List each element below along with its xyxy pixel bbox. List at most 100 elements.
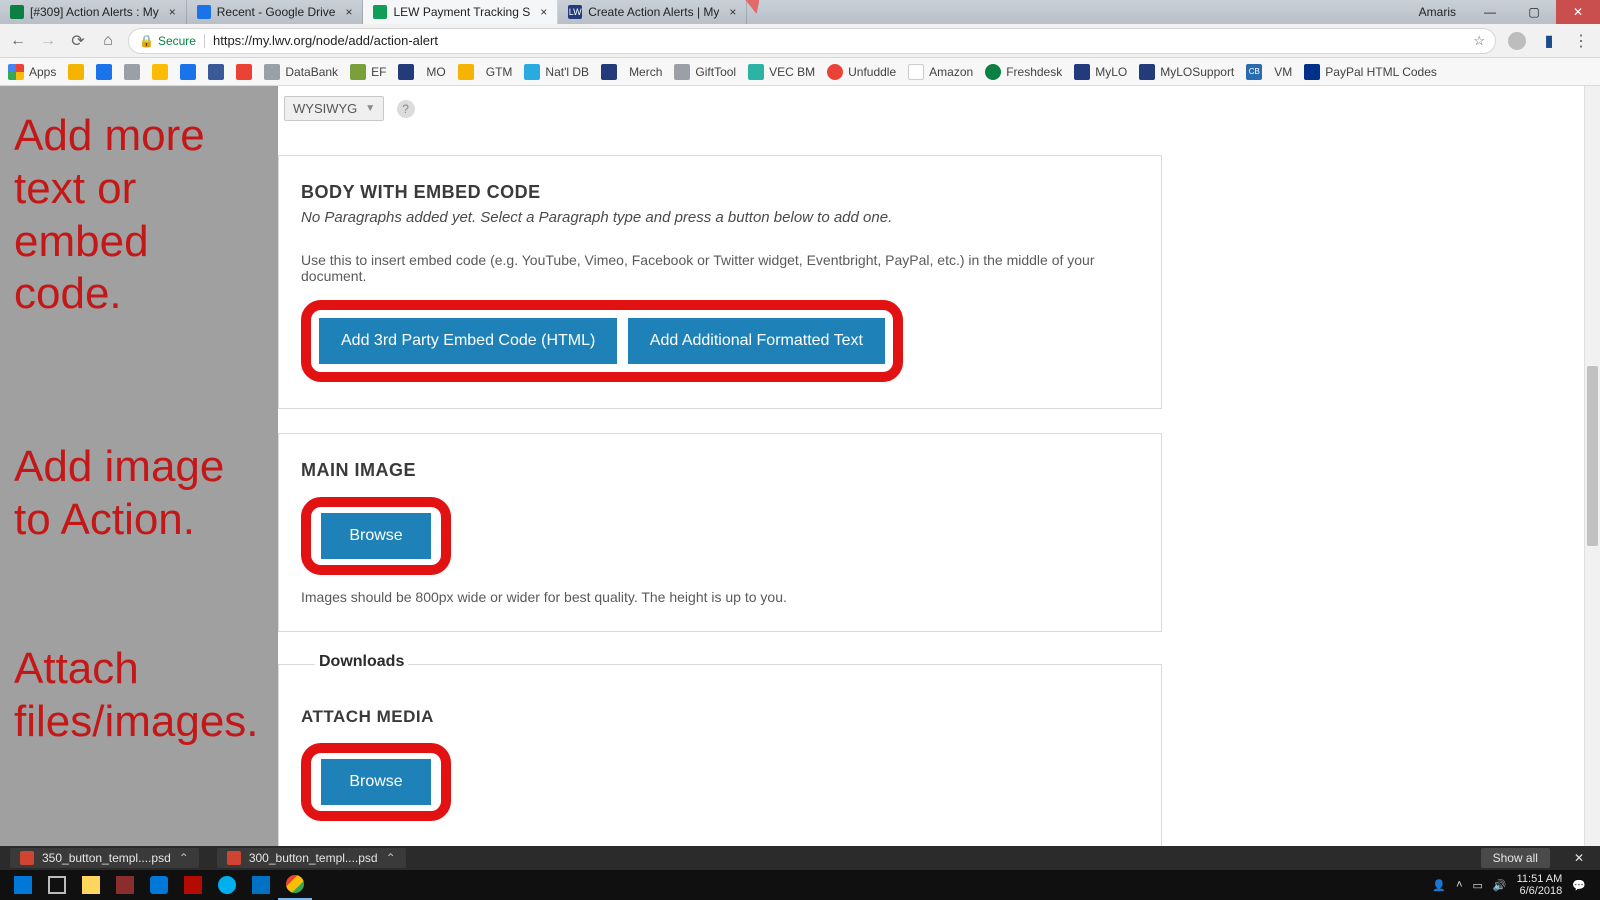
- taskbar-explorer[interactable]: [74, 870, 108, 900]
- bookmark-databank[interactable]: DataBank: [264, 64, 338, 80]
- bookmark-gtm[interactable]: GTM: [486, 65, 513, 79]
- bookmark-item[interactable]: [96, 64, 112, 80]
- bookmark-ef[interactable]: EF: [350, 64, 386, 80]
- attach-media-browse-button[interactable]: Browse: [321, 759, 431, 805]
- start-button[interactable]: [6, 870, 40, 900]
- bookmark-icon: [1304, 64, 1320, 80]
- bookmark-mylosupport[interactable]: MyLOSupport: [1139, 64, 1234, 80]
- taskbar-clock[interactable]: 11:51 AM 6/6/2018: [1517, 873, 1563, 897]
- annotation-sidebar: Add more text or embed code. Add image t…: [0, 86, 278, 846]
- taskbar-chrome[interactable]: [278, 870, 312, 900]
- file-icon: [227, 851, 241, 865]
- bookmark-icon: [236, 64, 252, 80]
- bookmark-merch[interactable]: Merch: [629, 65, 662, 79]
- downloads-fieldset: Downloads ATTACH MEDIA Browse: [278, 664, 1162, 848]
- bookmark-freshdesk[interactable]: Freshdesk: [985, 64, 1062, 80]
- bookmark-item[interactable]: CB: [1246, 64, 1262, 80]
- button-label: Browse: [349, 527, 402, 545]
- tab-3[interactable]: LW Create Action Alerts | My ×: [558, 0, 747, 24]
- show-all-downloads-button[interactable]: Show all: [1481, 848, 1550, 868]
- scrollbar-thumb[interactable]: [1587, 366, 1598, 546]
- bookmark-gifttool[interactable]: GiftTool: [674, 64, 736, 80]
- annotation-highlight: Browse: [301, 743, 451, 821]
- bookmark-natldb[interactable]: Nat'l DB: [524, 64, 589, 80]
- bookmark-item[interactable]: [180, 64, 196, 80]
- vertical-scrollbar[interactable]: [1584, 86, 1600, 846]
- home-button[interactable]: ⌂: [98, 31, 118, 51]
- bookmark-item[interactable]: [152, 64, 168, 80]
- bookmark-unfuddle[interactable]: Unfuddle: [827, 64, 896, 80]
- back-button[interactable]: ←: [8, 31, 28, 51]
- bookmark-item[interactable]: [601, 64, 617, 80]
- bookmark-label: Freshdesk: [1006, 65, 1062, 79]
- taskbar-app[interactable]: [108, 870, 142, 900]
- bookmark-paypal[interactable]: PayPal HTML Codes: [1304, 64, 1437, 80]
- close-icon[interactable]: ×: [540, 5, 547, 19]
- bookmark-mylo[interactable]: MyLO: [1074, 64, 1127, 80]
- tray-chevron-icon[interactable]: ˄: [1456, 879, 1462, 891]
- taskbar-edge[interactable]: [142, 870, 176, 900]
- annotation-2: Add image to Action.: [14, 441, 264, 547]
- profile-button[interactable]: [1506, 30, 1528, 52]
- apps-icon: [8, 64, 24, 80]
- bookmark-item[interactable]: [236, 64, 252, 80]
- task-view-button[interactable]: [40, 870, 74, 900]
- window-user: Amaris: [1407, 5, 1468, 19]
- tab-1[interactable]: Recent - Google Drive ×: [187, 0, 364, 24]
- menu-button[interactable]: ⋮: [1570, 30, 1592, 52]
- bookmark-item[interactable]: [208, 64, 224, 80]
- taskbar-adobe[interactable]: [176, 870, 210, 900]
- outlook-icon: [252, 876, 270, 894]
- taskview-icon: [48, 876, 66, 894]
- chevron-up-icon[interactable]: ⌃: [179, 851, 189, 865]
- extension-icon[interactable]: ▮: [1538, 30, 1560, 52]
- close-icon[interactable]: ×: [345, 5, 352, 19]
- address-bar[interactable]: 🔒 Secure https://my.lwv.org/node/add/act…: [128, 28, 1496, 54]
- bookmark-label: GTM: [486, 65, 513, 79]
- close-icon[interactable]: ×: [729, 5, 736, 19]
- close-icon[interactable]: ×: [169, 5, 176, 19]
- forward-button[interactable]: →: [38, 31, 58, 51]
- taskbar-outlook[interactable]: [244, 870, 278, 900]
- main-image-browse-button[interactable]: Browse: [321, 513, 431, 559]
- favicon-icon: [10, 5, 24, 19]
- network-icon[interactable]: ▭: [1473, 879, 1483, 892]
- apps-shortcut[interactable]: Apps: [8, 64, 56, 80]
- new-tab-button[interactable]: [745, 0, 759, 14]
- wysiwyg-select[interactable]: WYSIWYG ▼: [284, 96, 384, 121]
- add-formatted-text-button[interactable]: Add Additional Formatted Text: [628, 318, 885, 364]
- bookmark-vecbm[interactable]: VEC BM: [748, 64, 815, 80]
- tab-0[interactable]: [#309] Action Alerts : My ×: [0, 0, 187, 24]
- bookmark-item[interactable]: [398, 64, 414, 80]
- add-embed-code-button[interactable]: Add 3rd Party Embed Code (HTML): [319, 318, 617, 364]
- window-maximize-button[interactable]: ▢: [1512, 0, 1556, 24]
- help-icon[interactable]: ?: [397, 100, 415, 118]
- download-item-1[interactable]: 300_button_templ....psd ⌃: [217, 848, 406, 868]
- download-item-0[interactable]: 350_button_templ....psd ⌃: [10, 848, 199, 868]
- volume-icon[interactable]: 🔊: [1493, 879, 1507, 892]
- bookmark-icon: [674, 64, 690, 80]
- tab-label: Create Action Alerts | My: [588, 5, 719, 19]
- windows-taskbar: 👤 ˄ ▭ 🔊 11:51 AM 6/6/2018 💬: [0, 870, 1600, 900]
- people-icon[interactable]: 👤: [1432, 879, 1446, 892]
- file-icon: [20, 851, 34, 865]
- bookmark-item[interactable]: [68, 64, 84, 80]
- tab-2[interactable]: LEW Payment Tracking S ×: [363, 0, 558, 24]
- bookmark-star-icon[interactable]: ☆: [1473, 33, 1485, 49]
- download-filename: 300_button_templ....psd: [249, 851, 378, 865]
- bookmark-mo[interactable]: MO: [426, 65, 445, 79]
- bookmark-icon: [264, 64, 280, 80]
- chevron-up-icon[interactable]: ⌃: [386, 851, 396, 865]
- secure-indicator: 🔒 Secure: [139, 34, 196, 48]
- bookmark-amazon[interactable]: Amazon: [908, 64, 973, 80]
- notifications-icon[interactable]: 💬: [1572, 879, 1586, 892]
- close-shelf-button[interactable]: ✕: [1568, 851, 1590, 865]
- window-close-button[interactable]: ✕: [1556, 0, 1600, 24]
- taskbar-skype[interactable]: [210, 870, 244, 900]
- bookmark-vm[interactable]: VM: [1274, 65, 1292, 79]
- bookmark-item[interactable]: [458, 64, 474, 80]
- main-image-hint: Images should be 800px wide or wider for…: [301, 589, 1139, 605]
- bookmark-item[interactable]: [124, 64, 140, 80]
- window-minimize-button[interactable]: —: [1468, 0, 1512, 24]
- reload-button[interactable]: ⟳: [68, 31, 88, 51]
